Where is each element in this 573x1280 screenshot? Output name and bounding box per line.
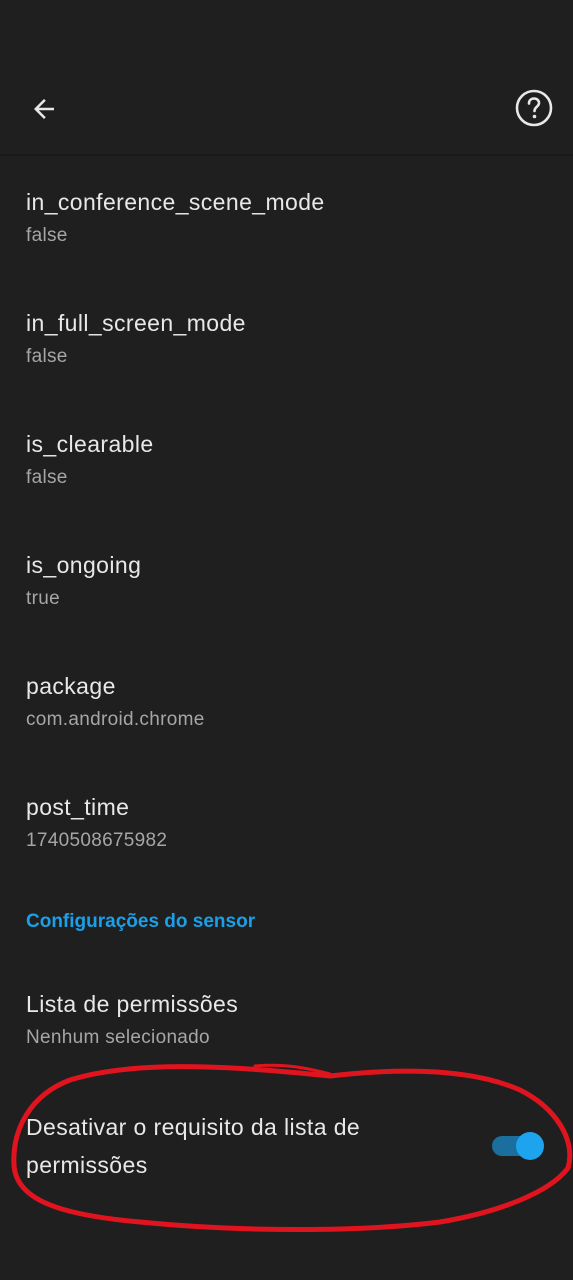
item-title: in_conference_scene_mode	[26, 189, 325, 215]
back-button[interactable]	[22, 87, 66, 131]
help-circle-icon	[515, 89, 553, 127]
list-item[interactable]: post_time 1740508675982	[26, 793, 546, 853]
status-bar	[0, 0, 573, 56]
disable-requirement-switch[interactable]	[490, 1130, 546, 1162]
item-title: package	[26, 673, 116, 699]
arrow-back-icon	[34, 99, 54, 119]
item-title: is_clearable	[26, 431, 154, 457]
allowlist-title: Lista de permissões	[26, 991, 239, 1017]
item-value: false	[26, 225, 68, 246]
list-item[interactable]: package com.android.chrome	[26, 672, 546, 732]
item-title: in_full_screen_mode	[26, 310, 246, 336]
item-value: false	[26, 467, 68, 488]
section-header-sensor: Configurações do sensor	[26, 911, 256, 932]
disable-requirement-label: Desativar o requisito da lista de permis…	[26, 1114, 361, 1178]
list-item[interactable]: is_clearable false	[26, 430, 546, 490]
list-item[interactable]: in_conference_scene_mode false	[26, 188, 546, 248]
disable-requirement-row[interactable]: Desativar o requisito da lista de permis…	[26, 1108, 546, 1188]
allowlist-item[interactable]: Lista de permissões Nenhum selecionado	[26, 990, 546, 1050]
item-title: post_time	[26, 794, 130, 820]
item-value: 1740508675982	[26, 830, 168, 851]
allowlist-value: Nenhum selecionado	[26, 1027, 210, 1048]
list-item[interactable]: is_ongoing true	[26, 551, 546, 611]
app-bar-divider	[0, 154, 573, 156]
item-value: false	[26, 346, 68, 367]
list-item[interactable]: in_full_screen_mode false	[26, 309, 546, 369]
item-title: is_ongoing	[26, 552, 142, 578]
switch-thumb	[516, 1132, 544, 1160]
help-button[interactable]	[510, 84, 558, 132]
item-value: com.android.chrome	[26, 709, 205, 730]
item-value: true	[26, 588, 60, 609]
app-bar	[0, 56, 573, 154]
